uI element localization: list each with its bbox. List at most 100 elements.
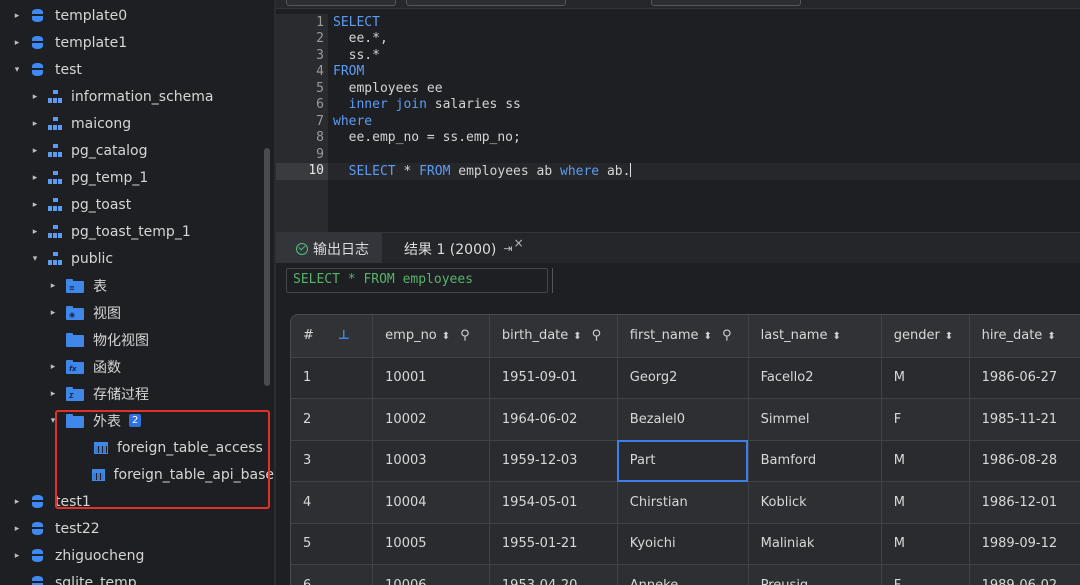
table-cell[interactable]: M xyxy=(881,440,970,482)
tree-item[interactable]: ▸ pg_catalog xyxy=(0,137,274,164)
tree-item[interactable]: ▾ test xyxy=(0,56,274,83)
chevron-down-icon[interactable]: ▾ xyxy=(12,65,22,75)
sort-icon[interactable]: ⬍ xyxy=(573,331,581,342)
tab-output-log[interactable]: 输出日志 xyxy=(276,233,382,264)
code-line[interactable]: where xyxy=(333,114,372,131)
tree-item[interactable]: ▸ maicong xyxy=(0,110,274,137)
tree-item[interactable]: ▸ ≡ 表 xyxy=(0,272,274,299)
tree-item[interactable]: ▸ zhiguocheng xyxy=(0,542,274,569)
table-row[interactable]: 6100061953-04-20AnnekePreusigF1989-06-02 xyxy=(291,564,1080,585)
table-row[interactable]: 2 10002 1964-06-02 Bezalel0 Simmel F 1985-11-2… xyxy=(291,398,1080,441)
table-cell[interactable]: 1955-01-21 xyxy=(489,523,618,565)
tree-item[interactable]: ▸ template1 xyxy=(0,29,274,56)
chevron-right-icon[interactable]: ▸ xyxy=(48,389,58,399)
table-cell[interactable]: F xyxy=(881,564,970,585)
table-cell[interactable]: M xyxy=(881,481,970,524)
code-line[interactable]: ee.*, xyxy=(333,31,388,48)
table-cell[interactable]: 1951-09-01 xyxy=(489,357,618,399)
table-row[interactable]: 1 10001 1951-09-01 Georg2 Facello2 M 1986-06-2… xyxy=(291,357,1080,399)
table-cell[interactable]: Bezalel0 xyxy=(617,398,749,441)
result-sql-filter[interactable]: SELECT * FROM employees xyxy=(286,268,548,293)
table-cell[interactable]: Chirstian xyxy=(617,481,749,524)
table-cell[interactable]: 1986-08-28 xyxy=(969,440,1080,482)
code-line[interactable]: FROM xyxy=(333,64,364,81)
chevron-right-icon[interactable]: ▸ xyxy=(48,362,58,372)
table-cell[interactable]: 1 xyxy=(291,357,374,399)
table-cell[interactable]: 1954-05-01 xyxy=(489,481,618,524)
table-cell[interactable]: 6 xyxy=(291,564,374,585)
tree-item[interactable]: ▸ pg_toast xyxy=(0,191,274,218)
table-cell[interactable]: Koblick xyxy=(748,481,882,524)
chevron-right-icon[interactable]: ▸ xyxy=(30,146,40,156)
column-header[interactable]: # ⊥ xyxy=(291,315,374,358)
table-cell[interactable]: 1989-06-02 xyxy=(969,564,1080,585)
database-selector[interactable] xyxy=(406,0,566,6)
chevron-right-icon[interactable]: ▸ xyxy=(48,308,58,318)
tree-item[interactable]: sqlite_temp xyxy=(0,569,274,585)
column-header[interactable]: emp_no ⬍ ⚲ xyxy=(372,315,490,358)
table-cell[interactable]: 1986-06-27 xyxy=(969,357,1080,399)
chevron-down-icon[interactable]: ▾ xyxy=(30,254,40,264)
tree-scrollbar[interactable] xyxy=(264,148,270,386)
pin-column-icon[interactable]: ⚲ xyxy=(460,328,470,343)
table-cell[interactable]: 1964-06-02 xyxy=(489,398,618,441)
chevron-right-icon[interactable]: ▸ xyxy=(12,11,22,21)
sort-icon[interactable]: ⬍ xyxy=(1047,331,1055,342)
table-cell[interactable]: M xyxy=(881,357,970,399)
code-line[interactable]: SELECT * FROM employees ab where ab. xyxy=(333,163,632,180)
table-cell[interactable]: Preusig xyxy=(748,564,882,585)
result-grid[interactable]: # ⊥ emp_no ⬍ ⚲ birth_date ⬍ ⚲ first_name ⬍ ⚲ last_n… xyxy=(290,314,1080,585)
table-row[interactable]: 5 10005 1955-01-21 Kyoichi Maliniak M 1989-09-… xyxy=(291,523,1080,565)
chevron-right-icon[interactable]: ▸ xyxy=(30,173,40,183)
column-header[interactable]: gender ⬍ xyxy=(881,315,970,358)
tree-item[interactable]: 物化视图 xyxy=(0,326,274,353)
table-cell[interactable]: 1959-12-03 xyxy=(489,440,618,482)
column-header[interactable]: birth_date ⬍ ⚲ xyxy=(489,315,618,358)
chevron-right-icon[interactable]: ▸ xyxy=(30,119,40,129)
table-cell[interactable]: M xyxy=(881,523,970,565)
tree-item[interactable]: ▸ template0 xyxy=(0,2,274,29)
chevron-right-icon[interactable]: ▸ xyxy=(12,497,22,507)
column-header[interactable]: hire_date ⬍ xyxy=(969,315,1080,358)
table-cell[interactable]: Maliniak xyxy=(748,523,882,565)
table-cell[interactable]: Kyoichi xyxy=(617,523,749,565)
sort-icon[interactable]: ⬍ xyxy=(704,331,712,342)
pin-column-icon[interactable]: ⚲ xyxy=(592,328,602,343)
tree-item[interactable]: ▾ public xyxy=(0,245,274,272)
table-row[interactable]: 4 10004 1954-05-01 Chirstian Koblick M 1986-12… xyxy=(291,481,1080,524)
tree-item[interactable]: ▸ pg_toast_temp_1 xyxy=(0,218,274,245)
table-cell[interactable]: 10004 xyxy=(372,481,490,524)
table-cell[interactable]: Anneke xyxy=(617,564,749,585)
sort-icon[interactable]: ⬍ xyxy=(442,331,450,342)
table-cell[interactable]: Simmel xyxy=(748,398,882,441)
table-cell[interactable]: 1986-12-01 xyxy=(969,481,1080,524)
table-cell[interactable]: 10001 xyxy=(372,357,490,399)
sort-icon[interactable]: ⬍ xyxy=(832,331,840,342)
pin-column-icon[interactable]: ⊥ xyxy=(338,328,350,343)
chevron-right-icon[interactable]: ▸ xyxy=(12,551,22,561)
schema-selector[interactable] xyxy=(651,0,801,6)
code-line[interactable]: employees ee xyxy=(333,81,443,98)
connection-selector[interactable] xyxy=(286,0,396,6)
column-header[interactable]: last_name ⬍ xyxy=(748,315,882,358)
table-cell[interactable]: 1953-04-20 xyxy=(489,564,618,585)
column-header[interactable]: first_name ⬍ ⚲ xyxy=(617,315,749,358)
code-line[interactable]: inner join salaries ss xyxy=(333,97,521,114)
close-icon[interactable]: × xyxy=(514,236,524,250)
code-line[interactable]: SELECT xyxy=(333,15,380,32)
pin-icon[interactable]: ⇥ xyxy=(503,242,512,255)
tree-item[interactable]: ▸ test22 xyxy=(0,515,274,542)
tree-item[interactable]: ▸ ◉ 视图 xyxy=(0,299,274,326)
tab-result-1[interactable]: 结果 1 (2000) ⇥ × xyxy=(404,233,534,264)
table-cell[interactable]: 10005 xyxy=(372,523,490,565)
chevron-right-icon[interactable]: ▸ xyxy=(30,227,40,237)
table-row[interactable]: 3 10003 1959-12-03 Part Bamford M 1986-08-28 xyxy=(291,440,1080,482)
table-cell[interactable]: Facello2 xyxy=(748,357,882,399)
chevron-right-icon[interactable]: ▸ xyxy=(30,92,40,102)
tree-item[interactable]: ▸ Σ 存储过程 xyxy=(0,380,274,407)
table-cell[interactable]: 2 xyxy=(291,398,374,441)
table-cell[interactable]: 10003 xyxy=(372,440,490,482)
table-cell[interactable]: Georg2 xyxy=(617,357,749,399)
table-cell[interactable]: 1989-09-12 xyxy=(969,523,1080,565)
chevron-right-icon[interactable]: ▸ xyxy=(48,281,58,291)
